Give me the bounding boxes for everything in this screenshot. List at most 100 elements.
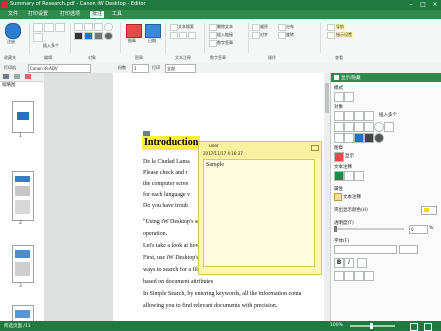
menu-print-settings[interactable]: 打印设置	[26, 11, 50, 18]
highlight-color-picker[interactable]	[421, 206, 437, 215]
navigate-icon[interactable]	[327, 24, 335, 31]
opacity-input[interactable]: 0	[409, 225, 428, 234]
bold-icon[interactable]: B	[334, 258, 344, 268]
sticky-note[interactable]: user 2017/11/17 4:16:37 Sample	[198, 141, 322, 275]
eraser-icon[interactable]	[354, 111, 364, 121]
stamp-label[interactable]: 图章	[128, 38, 136, 44]
delete-text-icon[interactable]	[209, 24, 217, 31]
delete-text-label[interactable]: 删除文本	[217, 24, 233, 30]
digital-signature-label[interactable]: 数字签章	[217, 40, 233, 46]
rotate-label[interactable]: 旋转	[286, 32, 294, 38]
mark-settings-icon[interactable]	[327, 32, 335, 39]
text-search-icon[interactable]	[170, 24, 178, 31]
hand-tool-icon[interactable]	[44, 23, 54, 32]
color-fill-icon[interactable]	[84, 32, 93, 40]
font-size-select[interactable]	[399, 245, 418, 254]
printer-select[interactable]: Canon iR-ADV	[28, 64, 91, 73]
underline-icon[interactable]	[179, 32, 187, 39]
insert-multi-label[interactable]: 插入多个	[43, 43, 59, 49]
fill-dark-icon[interactable]	[364, 133, 374, 143]
arrow-icon[interactable]	[74, 23, 83, 31]
zoom-slider-thumb[interactable]	[370, 323, 373, 329]
filled-rect-icon[interactable]	[74, 32, 83, 40]
note-body[interactable]: Sample	[203, 159, 315, 267]
stamp-icon[interactable]	[126, 24, 142, 38]
minimize-icon[interactable]: –	[405, 1, 417, 9]
page-thumbnail[interactable]	[12, 245, 34, 283]
align-justify-icon[interactable]	[364, 271, 374, 281]
insert-link-label[interactable]: 插入链接	[217, 32, 233, 38]
fill-blue-icon[interactable]	[354, 133, 364, 143]
text-box-icon[interactable]	[334, 122, 344, 132]
ellipse-icon[interactable]	[104, 23, 113, 31]
thumbnails-tab-icon[interactable]	[3, 74, 9, 79]
digital-signature-icon[interactable]	[209, 40, 217, 47]
opacity-slider[interactable]	[334, 228, 404, 230]
note-header[interactable]: user 2017/11/17 4:16:37	[199, 142, 321, 158]
distribute-label[interactable]: 分布	[286, 24, 294, 30]
brush-icon[interactable]	[334, 133, 344, 143]
text-icon[interactable]	[344, 111, 354, 121]
line-icon[interactable]	[84, 23, 93, 31]
stamp-tool-icon[interactable]	[334, 152, 344, 162]
note-icon[interactable]	[364, 111, 374, 121]
align-left-icon[interactable]	[334, 271, 344, 281]
strikeout-icon[interactable]	[188, 32, 196, 39]
close-icon[interactable]: ×	[429, 1, 441, 9]
text-search-label[interactable]: 文本搜索	[178, 24, 194, 30]
select-mode-icon[interactable]	[334, 92, 344, 102]
menu-annotations[interactable]: 批注	[90, 11, 105, 18]
date-label[interactable]: 日期	[148, 38, 156, 44]
show-hide-icon[interactable]	[334, 75, 339, 80]
menu-tools[interactable]: 工具	[110, 11, 124, 18]
shape-icon[interactable]	[94, 32, 103, 40]
text-annotation-tool-icon[interactable]	[334, 171, 344, 181]
bookmark-tab-icon[interactable]	[25, 74, 31, 79]
fit-width-icon[interactable]	[424, 323, 432, 331]
print-range-select[interactable]: 全部	[165, 64, 196, 73]
navigate-label[interactable]: 导航	[335, 24, 345, 30]
rect-shape-icon[interactable]	[364, 122, 374, 132]
mark-settings-label[interactable]: 指示设置	[335, 32, 353, 38]
arrow-shape-icon[interactable]	[344, 122, 354, 132]
comments-tab-icon[interactable]	[14, 74, 20, 79]
align-label[interactable]: 对齐	[260, 32, 268, 38]
ellipse-shape-icon[interactable]	[374, 122, 384, 132]
align-icon[interactable]	[252, 32, 260, 39]
pointer-icon[interactable]	[334, 111, 344, 121]
text-color-icon[interactable]	[357, 258, 367, 268]
highlight-icon[interactable]	[170, 32, 178, 39]
order-label[interactable]: 顺序	[260, 24, 268, 30]
pen-tool-icon[interactable]	[33, 33, 43, 42]
select-tool-icon[interactable]	[33, 23, 43, 32]
insert-multi-label[interactable]: 插入多个	[379, 112, 397, 118]
distribute-icon[interactable]	[278, 24, 286, 31]
fill-circle-icon[interactable]	[374, 133, 384, 143]
page-thumbnail[interactable]	[12, 101, 34, 133]
hand-mode-icon[interactable]	[344, 92, 354, 102]
register-favorite-icon[interactable]	[5, 23, 21, 39]
order-icon[interactable]	[252, 24, 260, 31]
polygon-icon[interactable]	[384, 122, 394, 132]
font-select[interactable]	[334, 245, 397, 254]
circle-fill-icon[interactable]	[104, 32, 113, 40]
page-thumbnail[interactable]	[12, 305, 34, 322]
menu-file[interactable]: 文件	[6, 11, 20, 18]
note-minimize-icon[interactable]	[311, 145, 319, 151]
align-right-icon[interactable]	[354, 271, 364, 281]
rectangle-icon[interactable]	[94, 23, 103, 31]
opacity-slider-thumb[interactable]	[334, 226, 337, 232]
stamp-show-label[interactable]: 显示	[345, 153, 354, 159]
scroll-thumb[interactable]	[325, 83, 329, 113]
menu-print-options[interactable]: 打印选项	[58, 11, 82, 18]
align-center-icon[interactable]	[344, 271, 354, 281]
insert-link-icon[interactable]	[209, 32, 217, 39]
copies-input[interactable]: 1	[132, 64, 149, 73]
text-tool-icon[interactable]	[55, 23, 65, 32]
date-stamp-icon[interactable]	[145, 24, 161, 38]
italic-icon[interactable]: I	[344, 258, 354, 268]
fit-page-icon[interactable]	[410, 323, 418, 331]
underline-tool-icon[interactable]	[344, 171, 354, 181]
page-thumbnail[interactable]	[12, 171, 34, 221]
maximize-icon[interactable]: □	[417, 1, 429, 9]
